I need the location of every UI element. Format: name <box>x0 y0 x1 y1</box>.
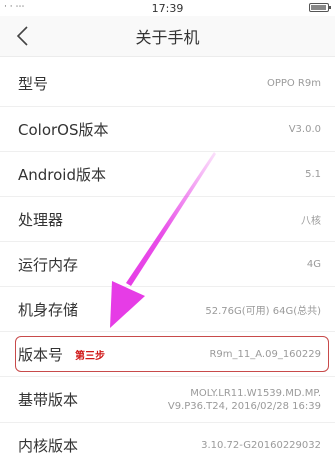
row-processor[interactable]: 处理器 八核 <box>0 197 335 242</box>
row-value: MOLY.LR11.W1539.MD.MP. V9.P36.T24, 2016/… <box>168 387 321 413</box>
row-model[interactable]: 型号 OPPO R9m <box>0 57 335 107</box>
row-label: 机身存储 <box>18 300 79 319</box>
row-label: Android版本 <box>18 165 106 184</box>
row-build-number[interactable]: 版本号 第三步 R9m_11_A.09_160229 <box>0 332 335 377</box>
row-kernel-version[interactable]: 内核版本 3.10.72-G20160229032 <box>0 423 335 468</box>
battery-fill <box>311 5 326 10</box>
row-value: 52.76G(可用) 64G(总共) <box>205 305 321 317</box>
row-value-line: MOLY.LR11.W1539.MD.MP. <box>190 387 321 399</box>
row-label: 内核版本 <box>18 437 79 455</box>
row-label: 基带版本 <box>18 391 79 409</box>
row-label: 处理器 <box>18 210 64 229</box>
nav-bar: 关于手机 <box>0 16 335 57</box>
row-value: 4G <box>306 258 321 270</box>
row-value-line: V9.P36.T24, 2016/02/28 16:39 <box>167 400 321 412</box>
back-icon[interactable] <box>14 25 34 47</box>
row-label: 版本号 <box>18 345 64 364</box>
settings-list: 型号 OPPO R9m ColorOS版本 V3.0.0 Android版本 5… <box>0 57 335 468</box>
row-memory[interactable]: 运行内存 4G <box>0 242 335 287</box>
row-label: ColorOS版本 <box>18 120 109 139</box>
row-baseband-version[interactable]: 基带版本 MOLY.LR11.W1539.MD.MP. V9.P36.T24, … <box>0 377 335 423</box>
row-value: 5.1 <box>305 168 321 180</box>
page-title: 关于手机 <box>135 28 200 47</box>
status-bar: · · ⋯ 17:39 <box>0 0 335 16</box>
status-time: 17:39 <box>151 1 184 15</box>
status-icons: · · ⋯ <box>4 2 25 12</box>
row-label: 运行内存 <box>18 255 79 274</box>
battery-icon <box>309 3 331 12</box>
row-value: 3.10.72-G20160229032 <box>201 440 321 451</box>
row-coloros-version[interactable]: ColorOS版本 V3.0.0 <box>0 107 335 152</box>
row-value: R9m_11_A.09_160229 <box>209 348 321 360</box>
row-storage[interactable]: 机身存储 52.76G(可用) 64G(总共) <box>0 287 335 332</box>
row-value: OPPO R9m <box>266 78 321 89</box>
step-note: 第三步 <box>75 350 106 362</box>
row-label: 型号 <box>18 75 49 93</box>
row-value: 八核 <box>301 215 321 227</box>
row-android-version[interactable]: Android版本 5.1 <box>0 152 335 197</box>
row-value: V3.0.0 <box>288 123 321 135</box>
